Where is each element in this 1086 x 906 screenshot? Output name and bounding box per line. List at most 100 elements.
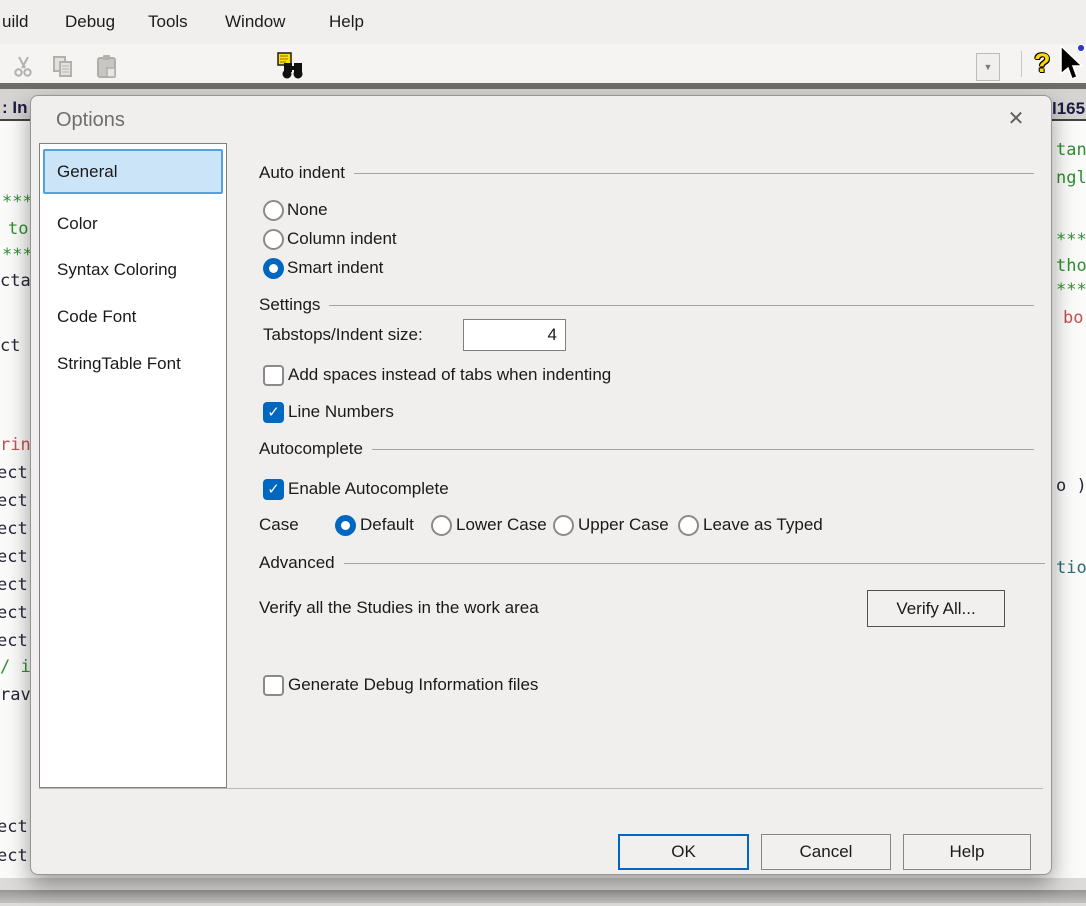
help-button[interactable]: Help: [903, 834, 1031, 870]
radio-smart-indent[interactable]: Smart indent: [263, 254, 383, 282]
nav-item-stringtable-font[interactable]: StringTable Font: [43, 342, 223, 386]
toolbar-combobox-dropdown[interactable]: ▼: [976, 53, 1000, 81]
radio-label: Upper Case: [578, 515, 669, 535]
code-fragment: ***: [1056, 231, 1086, 250]
window-bottom-edge: [0, 890, 1086, 903]
radio-case-default[interactable]: Default: [335, 511, 414, 539]
checkbox-line-numbers[interactable]: ✓ Line Numbers: [263, 398, 394, 426]
code-fragment: / i: [0, 658, 30, 677]
code-fragment: cta: [0, 272, 30, 291]
radio-icon: [263, 200, 284, 221]
nav-item-label: Syntax Coloring: [57, 260, 177, 280]
group-auto-indent: Auto indent: [259, 162, 1034, 184]
help-icon[interactable]: ?: [1034, 50, 1051, 77]
field-label: Tabstops/Indent size:: [263, 325, 423, 345]
nav-item-label: Code Font: [57, 307, 136, 327]
chevron-down-icon: ▼: [984, 62, 993, 72]
code-fragment: ect: [0, 632, 28, 651]
code-fragment: ect: [0, 548, 28, 567]
menu-item-help[interactable]: Help: [329, 0, 364, 44]
nav-item-code-font[interactable]: Code Font: [43, 295, 223, 339]
group-label: Settings: [259, 295, 320, 315]
code-fragment: ***: [2, 246, 30, 265]
nav-item-label: StringTable Font: [57, 354, 181, 374]
code-fragment: rin: [0, 436, 30, 455]
radio-case-lower[interactable]: Lower Case: [431, 511, 547, 539]
nav-item-color[interactable]: Color: [43, 202, 223, 246]
options-dialog: Options ✕ General Color Syntax Coloring …: [30, 95, 1052, 875]
copy-icon[interactable]: [50, 54, 76, 80]
menu-bar: uild Debug Tools Window Help: [0, 0, 1086, 44]
code-fragment: ngl: [1056, 169, 1086, 188]
checkbox-icon: ✓: [263, 365, 284, 386]
code-fragment: rav: [0, 686, 30, 705]
radio-none[interactable]: None: [263, 196, 328, 224]
group-label: Auto indent: [259, 163, 345, 183]
code-fragment: ct: [0, 337, 20, 356]
check-icon: ✓: [267, 405, 280, 420]
radio-icon: [431, 515, 452, 536]
field-label: Case: [259, 515, 299, 535]
group-advanced: Advanced: [259, 552, 1045, 574]
code-fragment: tho: [1056, 257, 1086, 276]
code-fragment: tio: [1056, 559, 1086, 578]
paste-icon[interactable]: [94, 54, 120, 80]
checkbox-icon: ✓: [263, 479, 284, 500]
group-autocomplete: Autocomplete: [259, 438, 1034, 460]
code-fragment: ***: [2, 193, 30, 212]
nav-item-general[interactable]: General: [43, 149, 223, 194]
group-line: [344, 563, 1045, 564]
code-fragment: bo: [1063, 309, 1083, 328]
radio-label: Column indent: [287, 229, 397, 249]
code-fragment: ect: [0, 847, 28, 866]
radio-label: Leave as Typed: [703, 515, 823, 535]
code-fragment: ect: [0, 604, 28, 623]
code-fragment: ect: [0, 576, 28, 595]
menu-item-tools[interactable]: Tools: [148, 0, 188, 44]
radio-label: Smart indent: [287, 258, 383, 278]
group-line: [354, 173, 1034, 174]
radio-icon: [335, 515, 356, 536]
menu-item-debug[interactable]: Debug: [65, 0, 115, 44]
nav-item-syntax-coloring[interactable]: Syntax Coloring: [43, 248, 223, 292]
checkbox-label: Add spaces instead of tabs when indentin…: [288, 365, 611, 385]
tabstops-input[interactable]: [463, 319, 566, 351]
tabstops-label: Tabstops/Indent size:: [263, 321, 423, 349]
check-icon: ✓: [267, 482, 280, 497]
code-fragment: ect: [0, 520, 28, 539]
group-label: Advanced: [259, 553, 335, 573]
editor-left-edge: *** to *** cta ct rin ect ect ect ect ec…: [0, 0, 30, 906]
radio-label: Lower Case: [456, 515, 547, 535]
code-fragment: ect: [0, 818, 28, 837]
checkbox-add-spaces[interactable]: ✓ Add spaces instead of tabs when indent…: [263, 361, 611, 389]
radio-icon: [263, 258, 284, 279]
toolbar-separator: [1021, 51, 1022, 77]
group-label: Autocomplete: [259, 439, 363, 459]
dialog-separator: [39, 788, 1043, 789]
mouse-cursor-icon: [1058, 44, 1086, 82]
radio-case-leave-as-typed[interactable]: Leave as Typed: [678, 511, 823, 539]
case-label: Case: [259, 511, 299, 539]
nav-item-label: General: [57, 162, 117, 182]
nav-item-label: Color: [57, 214, 98, 234]
cancel-button[interactable]: Cancel: [761, 834, 891, 870]
close-icon[interactable]: ✕: [999, 102, 1033, 134]
checkbox-enable-autocomplete[interactable]: ✓ Enable Autocomplete: [263, 475, 449, 503]
static-text: Verify all the Studies in the work area: [259, 598, 539, 618]
category-list: General Color Syntax Coloring Code Font …: [39, 143, 227, 788]
code-fragment: ***: [1056, 281, 1086, 300]
verify-description: Verify all the Studies in the work area: [259, 594, 539, 622]
find-in-files-icon[interactable]: [276, 51, 306, 81]
checkbox-label: Generate Debug Information files: [288, 675, 538, 695]
screen: uild Debug Tools Window Help ↶ ▼ ↷ ▼ ▼ ?…: [0, 0, 1086, 906]
ok-button[interactable]: OK: [618, 834, 749, 870]
verify-all-button[interactable]: Verify All...: [867, 590, 1005, 627]
radio-label: None: [287, 200, 328, 220]
code-fragment: ect: [0, 464, 28, 483]
radio-case-upper[interactable]: Upper Case: [553, 511, 669, 539]
menu-item-window[interactable]: Window: [225, 0, 285, 44]
checkbox-generate-debug[interactable]: ✓ Generate Debug Information files: [263, 671, 538, 699]
code-fragment: o ): [1056, 477, 1086, 496]
radio-column-indent[interactable]: Column indent: [263, 225, 397, 253]
checkbox-label: Enable Autocomplete: [288, 479, 449, 499]
